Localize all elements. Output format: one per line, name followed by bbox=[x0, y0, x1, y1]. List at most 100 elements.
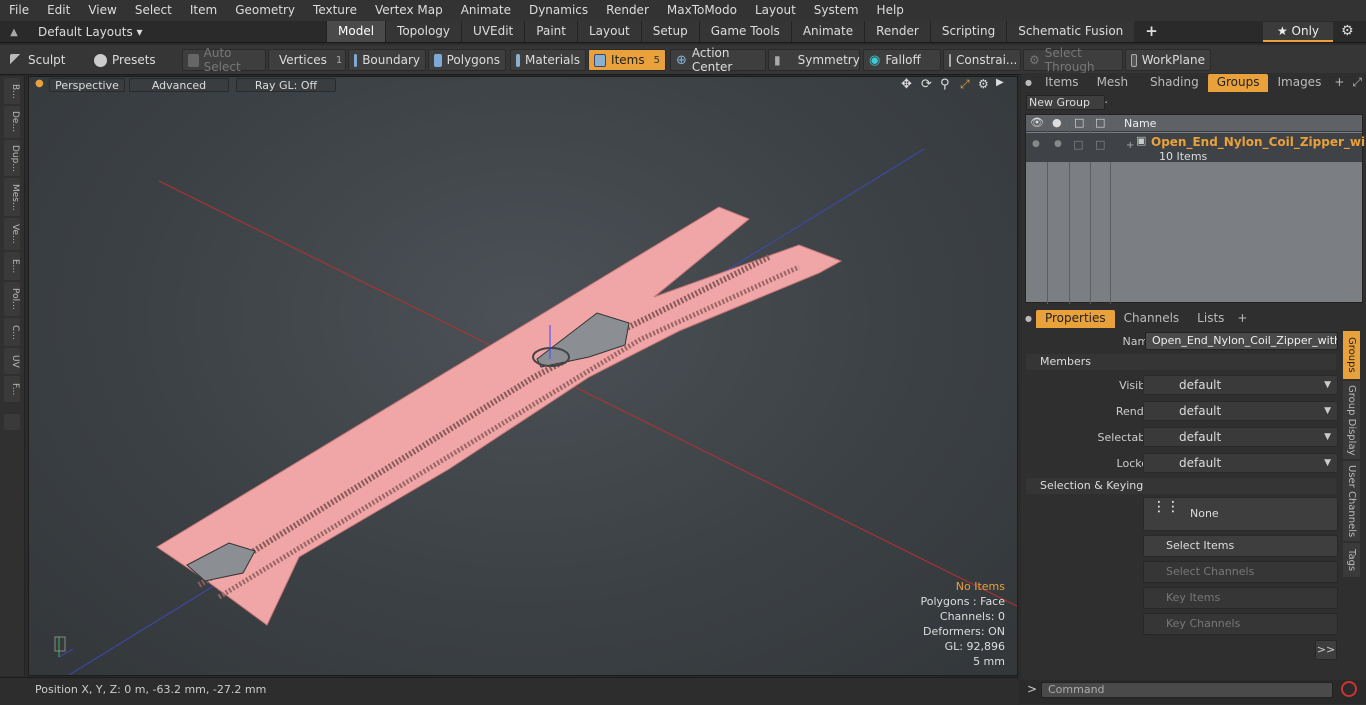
render-icon[interactable]: ● bbox=[1052, 116, 1062, 129]
none-button[interactable]: ⋮⋮ None bbox=[1143, 497, 1338, 531]
menu-view[interactable]: View bbox=[79, 0, 125, 21]
locked-dropdown[interactable]: default ▼ bbox=[1143, 453, 1338, 473]
tab-lists[interactable]: Lists bbox=[1188, 310, 1233, 328]
key-channels-button[interactable]: Key Channels bbox=[1143, 613, 1338, 635]
items-button[interactable]: Items 5 bbox=[588, 49, 666, 71]
menu-layout[interactable]: Layout bbox=[746, 0, 805, 21]
left-tab-edge[interactable]: E... bbox=[4, 252, 20, 280]
menu-item[interactable]: Item bbox=[181, 0, 226, 21]
3d-viewport[interactable]: ● Perspective Advanced Ray GL: Off ✥ ⟳ ⚲… bbox=[28, 76, 1018, 676]
more-button[interactable]: >> bbox=[1315, 640, 1337, 660]
tab-animate[interactable]: Animate bbox=[790, 21, 865, 42]
menu-system[interactable]: System bbox=[805, 0, 868, 21]
add-panel-tab-icon[interactable]: + bbox=[1330, 74, 1348, 92]
menu-maxtomodo[interactable]: MaxToModo bbox=[658, 0, 746, 21]
gear-icon[interactable]: ⚙ bbox=[1341, 23, 1354, 39]
menu-select[interactable]: Select bbox=[126, 0, 181, 21]
symmetry-button[interactable]: ▮ Symmetry bbox=[768, 49, 860, 71]
add-tab-icon[interactable]: + bbox=[1134, 21, 1169, 42]
menu-texture[interactable]: Texture bbox=[304, 0, 366, 21]
workplane-button[interactable]: WorkPlane bbox=[1125, 49, 1211, 71]
selectable-dropdown[interactable]: default ▼ bbox=[1143, 427, 1338, 447]
menu-geometry[interactable]: Geometry bbox=[226, 0, 304, 21]
command-input[interactable]: Command bbox=[1041, 682, 1333, 698]
group-name[interactable]: Open_End_Nylon_Coil_Zipper_wi... bbox=[1151, 135, 1366, 149]
polygons-button[interactable]: Polygons bbox=[428, 49, 506, 71]
add-prop-tab-icon[interactable]: + bbox=[1233, 310, 1251, 328]
render-dropdown[interactable]: default ▼ bbox=[1143, 401, 1338, 421]
materials-button[interactable]: Materials bbox=[510, 49, 586, 71]
side-tab-group-display[interactable]: Group Display bbox=[1343, 381, 1360, 459]
tab-shading[interactable]: Shading bbox=[1141, 74, 1208, 92]
left-tab-vertex[interactable]: Ve... bbox=[4, 218, 20, 250]
vertices-button[interactable]: Vertices 1 bbox=[268, 49, 346, 71]
tab-layout[interactable]: Layout bbox=[576, 21, 641, 42]
side-tab-user-channels[interactable]: User Channels bbox=[1343, 461, 1360, 541]
presets-button[interactable]: Presets bbox=[88, 49, 178, 71]
tab-schematic-fusion[interactable]: Schematic Fusion bbox=[1006, 21, 1135, 42]
collapse-icon[interactable]: ▲ bbox=[0, 27, 28, 38]
tab-model[interactable]: Model bbox=[326, 21, 386, 42]
tab-uvedit[interactable]: UVEdit bbox=[461, 21, 525, 42]
left-tab-polygon[interactable]: Pol... bbox=[4, 282, 20, 316]
selection-keying-section[interactable]: Selection & Keying bbox=[1026, 478, 1336, 494]
menu-edit[interactable]: Edit bbox=[38, 0, 79, 21]
tab-topology[interactable]: Topology bbox=[385, 21, 462, 42]
left-tab-duplicate[interactable]: Dup... bbox=[4, 140, 20, 176]
side-tab-groups[interactable]: Groups bbox=[1343, 331, 1360, 379]
falloff-button[interactable]: ◉ Falloff bbox=[863, 49, 941, 71]
left-tab-toggle[interactable] bbox=[4, 414, 20, 430]
menu-file[interactable]: File bbox=[0, 0, 38, 21]
row-select-icon[interactable]: □ bbox=[1095, 138, 1105, 151]
record-icon[interactable] bbox=[1341, 681, 1357, 697]
name-field[interactable]: Open_End_Nylon_Coil_Zipper_with_Sl bbox=[1145, 332, 1338, 350]
row-render-icon[interactable]: ● bbox=[1054, 139, 1062, 149]
tab-game-tools[interactable]: Game Tools bbox=[698, 21, 791, 42]
row-lock-icon[interactable]: □ bbox=[1073, 138, 1083, 151]
tab-setup[interactable]: Setup bbox=[640, 21, 699, 42]
tab-paint[interactable]: Paint bbox=[524, 21, 577, 42]
tab-mesh[interactable]: Mesh ... bbox=[1088, 74, 1141, 106]
left-tab-basic[interactable]: B... bbox=[4, 78, 20, 104]
props-dot-icon[interactable]: ● bbox=[1021, 310, 1036, 328]
menu-help[interactable]: Help bbox=[868, 0, 913, 21]
menu-dynamics[interactable]: Dynamics bbox=[520, 0, 597, 21]
left-tab-uv[interactable]: UV bbox=[4, 348, 20, 374]
menu-render[interactable]: Render bbox=[597, 0, 658, 21]
constraints-button[interactable]: Constrai... bbox=[943, 49, 1021, 71]
select-items-button[interactable]: Select Items bbox=[1143, 535, 1338, 557]
layout-selector[interactable]: ▲ Default Layouts ▾ bbox=[0, 21, 143, 43]
expand-panel-icon[interactable]: ⤢ bbox=[1348, 74, 1366, 92]
action-center-button[interactable]: ⊕ Action Center bbox=[670, 46, 766, 74]
tab-render[interactable]: Render bbox=[864, 21, 930, 42]
tab-groups[interactable]: Groups bbox=[1207, 74, 1269, 92]
tab-items[interactable]: Items bbox=[1036, 74, 1088, 92]
select-channels-button[interactable]: Select Channels bbox=[1143, 561, 1338, 583]
expand-icon[interactable]: + bbox=[1126, 140, 1134, 151]
left-tab-curve[interactable]: C... bbox=[4, 318, 20, 346]
tab-properties[interactable]: Properties bbox=[1035, 310, 1115, 328]
key-items-button[interactable]: Key Items bbox=[1143, 587, 1338, 609]
tab-images[interactable]: Images bbox=[1268, 74, 1330, 92]
select-icon[interactable]: □ bbox=[1095, 116, 1105, 129]
layout-dropdown[interactable]: Default Layouts ▾ bbox=[38, 25, 143, 39]
tab-scripting[interactable]: Scripting bbox=[929, 21, 1007, 42]
only-toggle[interactable]: ★ Only bbox=[1263, 22, 1333, 42]
sculpt-button[interactable]: Sculpt bbox=[4, 49, 86, 71]
menu-animate[interactable]: Animate bbox=[452, 0, 520, 21]
left-tab-mesh[interactable]: Mes... bbox=[4, 178, 20, 216]
auto-select-button[interactable]: Auto Select bbox=[182, 46, 266, 74]
boundary-button[interactable]: Boundary bbox=[348, 49, 426, 71]
select-through-button[interactable]: ⚙ Select Through bbox=[1023, 46, 1123, 74]
new-group-button[interactable]: New Group bbox=[1026, 95, 1105, 110]
panel-dot-icon[interactable]: ● bbox=[1021, 74, 1036, 92]
tab-channels[interactable]: Channels bbox=[1115, 310, 1189, 328]
lock-icon[interactable]: □ bbox=[1074, 116, 1084, 129]
groups-list[interactable]: 👁 ● □ □ Name ● ● □ □ + ▣ Open_End_Nylon_… bbox=[1025, 114, 1366, 304]
left-tab-fusion[interactable]: F... bbox=[4, 376, 20, 402]
visible-dropdown[interactable]: default ▼ bbox=[1143, 375, 1338, 395]
left-tab-deform[interactable]: De... bbox=[4, 106, 20, 138]
row-eye-icon[interactable]: ● bbox=[1032, 139, 1040, 149]
menu-vertex-map[interactable]: Vertex Map bbox=[366, 0, 452, 21]
side-tab-tags[interactable]: Tags bbox=[1343, 543, 1360, 577]
